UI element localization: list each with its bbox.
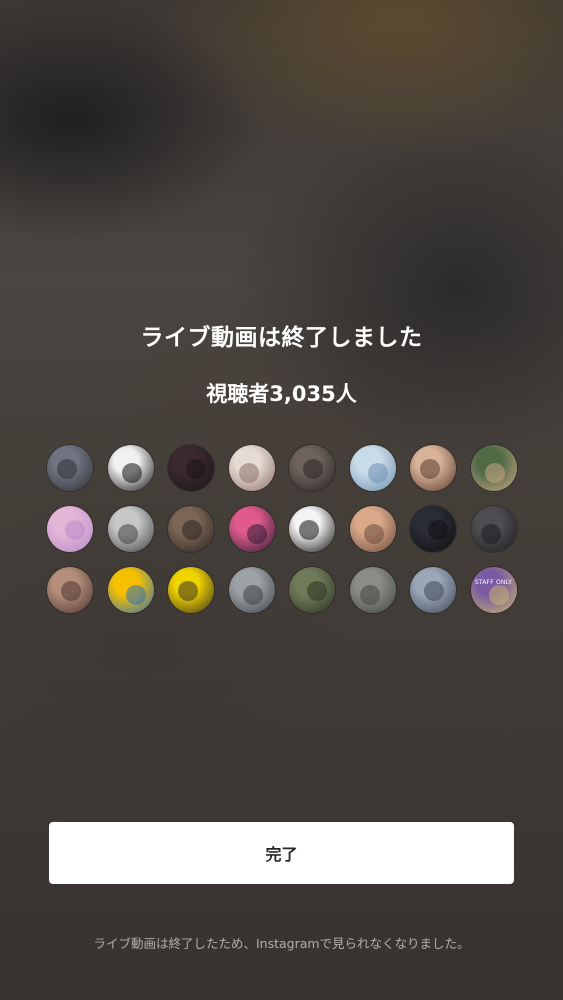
- viewer-avatar-9[interactable]: [47, 506, 93, 552]
- viewer-avatar-16[interactable]: [470, 506, 517, 552]
- avatar-photo-subject: [307, 581, 327, 601]
- viewer-avatar-21[interactable]: [289, 567, 335, 613]
- avatar-photo-subject: [246, 524, 267, 544]
- viewer-count: 視聴者3,035人: [206, 382, 357, 406]
- avatar-photo-subject: [178, 581, 198, 601]
- avatar-photo-subject: [363, 524, 384, 544]
- avatar-photo-subject: [303, 459, 323, 479]
- live-ended-screen: ライブ動画は終了しました 視聴者3,035人 STAFF ONLY 完了 ライブ…: [0, 0, 563, 1000]
- viewer-avatar-4[interactable]: [228, 445, 275, 491]
- viewer-avatar-22[interactable]: [349, 567, 396, 613]
- viewer-avatar-19[interactable]: [168, 567, 214, 613]
- avatar-photo-subject: [299, 520, 319, 540]
- avatar-photo-subject: [65, 520, 85, 540]
- avatar-photo-subject: [428, 520, 448, 540]
- viewer-avatar-10[interactable]: [107, 506, 154, 552]
- avatar-photo-subject: [117, 524, 138, 544]
- done-button[interactable]: 完了: [49, 822, 514, 884]
- viewer-avatar-6[interactable]: [349, 445, 396, 491]
- footer-note: ライブ動画は終了したため、Instagramで見られなくなりました。: [93, 936, 470, 951]
- viewer-avatar-8[interactable]: [470, 445, 517, 491]
- avatar-photo-subject: [480, 524, 501, 544]
- viewer-avatar-3[interactable]: [168, 445, 214, 491]
- avatar-photo-subject: [424, 581, 444, 601]
- viewer-avatar-20[interactable]: [228, 567, 275, 613]
- viewer-avatar-18[interactable]: [107, 567, 154, 613]
- avatar-photo-subject: [238, 463, 259, 483]
- avatar-photo-subject: [484, 463, 505, 483]
- viewer-avatar-24[interactable]: STAFF ONLY: [470, 567, 517, 613]
- avatar-photo-subject: [420, 459, 440, 479]
- avatar-photo-subject: [121, 463, 142, 483]
- avatar-photo-subject: [125, 585, 146, 605]
- viewer-avatar-5[interactable]: [289, 445, 335, 491]
- avatar-photo-subject: [186, 459, 206, 479]
- viewer-avatar-14[interactable]: [349, 506, 396, 552]
- viewer-avatar-17[interactable]: [47, 567, 93, 613]
- avatar-photo-subject: [367, 463, 388, 483]
- viewer-avatar-1[interactable]: [47, 445, 93, 491]
- avatar-photo-subject: [488, 585, 509, 605]
- viewer-avatar-13[interactable]: [289, 506, 335, 552]
- viewer-avatar-7[interactable]: [410, 445, 456, 491]
- avatar-caption: STAFF ONLY: [474, 579, 513, 586]
- viewer-avatar-2[interactable]: [107, 445, 154, 491]
- avatar-photo-subject: [359, 585, 380, 605]
- viewer-avatar-15[interactable]: [410, 506, 456, 552]
- viewer-avatar-23[interactable]: [410, 567, 456, 613]
- viewer-avatar-12[interactable]: [228, 506, 275, 552]
- avatar-photo-subject: [182, 520, 202, 540]
- avatar-photo-subject: [61, 581, 81, 601]
- avatar-photo-subject: [57, 459, 77, 479]
- live-ended-title: ライブ動画は終了しました: [140, 325, 423, 351]
- viewer-avatar-grid: STAFF ONLY: [47, 445, 517, 613]
- avatar-photo-subject: [242, 585, 263, 605]
- viewer-avatar-11[interactable]: [168, 506, 214, 552]
